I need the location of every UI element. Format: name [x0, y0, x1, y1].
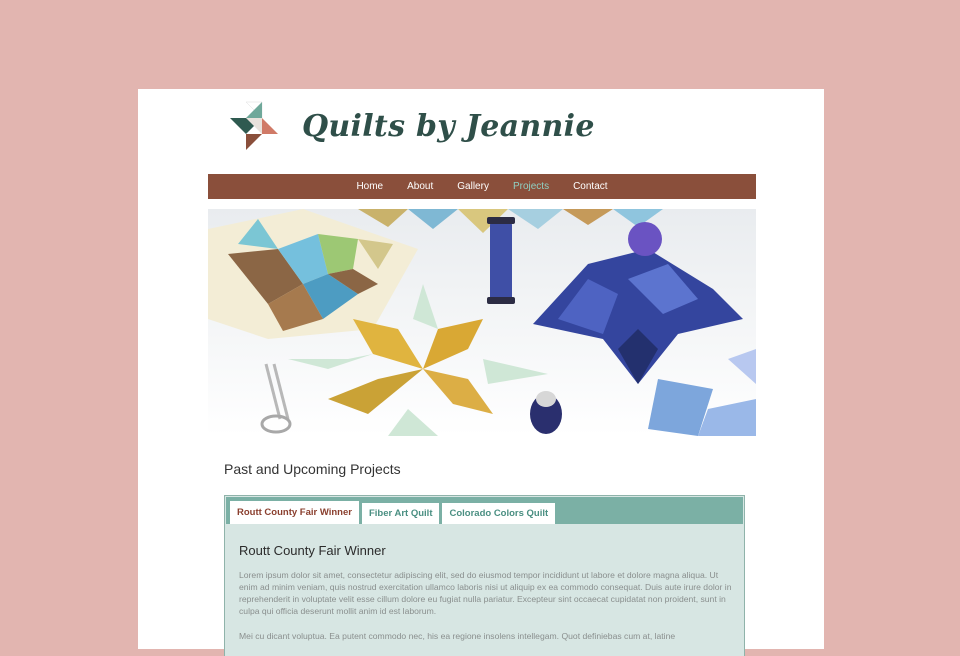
section-heading: Past and Upcoming Projects [224, 461, 401, 477]
tab-routt-county-fair-winner[interactable]: Routt County Fair Winner [230, 501, 359, 524]
tab-bar: Routt County Fair Winner Fiber Art Quilt… [225, 496, 744, 524]
project-tabs-panel: Routt County Fair Winner Fiber Art Quilt… [224, 495, 745, 656]
nav-home[interactable]: Home [356, 181, 383, 192]
panel-paragraph-1: Lorem ipsum dolor sit amet, consectetur … [239, 570, 732, 616]
nav-contact[interactable]: Contact [573, 181, 607, 192]
panel-paragraph-2: Mei cu dicant voluptua. Ea putent commod… [239, 631, 676, 641]
quilt-logo-icon[interactable] [226, 98, 282, 154]
tab-colorado-colors-quilt[interactable]: Colorado Colors Quilt [442, 503, 556, 524]
nav-gallery[interactable]: Gallery [457, 181, 489, 192]
panel-title: Routt County Fair Winner [239, 543, 386, 558]
main-nav: Home About Gallery Projects Contact [208, 174, 756, 199]
hero-image [208, 209, 756, 436]
page-container: Quilts by Jeannie Home About Gallery Pro… [138, 89, 824, 656]
nav-projects[interactable]: Projects [513, 181, 549, 192]
tab-fiber-art-quilt[interactable]: Fiber Art Quilt [361, 503, 440, 524]
nav-about[interactable]: About [407, 181, 433, 192]
site-title[interactable]: Quilts by Jeannie [302, 109, 595, 144]
